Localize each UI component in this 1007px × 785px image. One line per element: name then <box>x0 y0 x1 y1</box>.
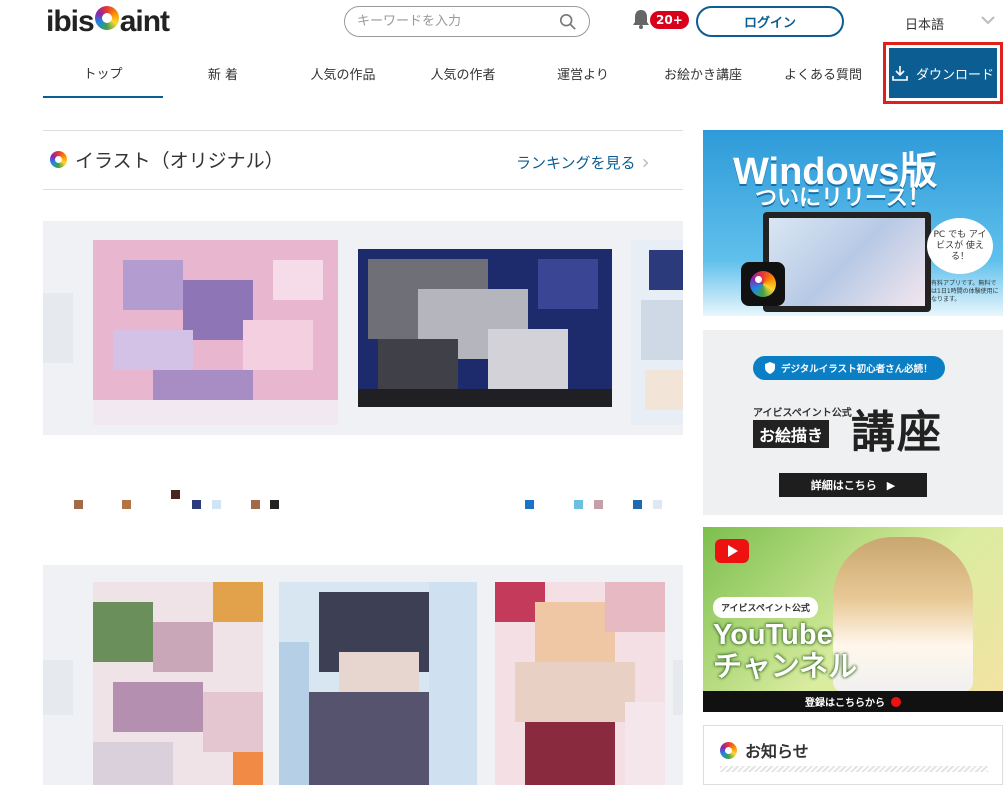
nav-item-faq[interactable]: よくある質問 <box>763 48 883 98</box>
banner-pill-text: デジタルイラスト初心者さん必読！ <box>781 364 933 375</box>
color-swatch <box>192 500 201 509</box>
subscribe-text: 登録はこちらから <box>805 698 885 709</box>
scroll-left-button[interactable] <box>43 293 73 363</box>
banner-note: 有料アプリです。無料では1日1時間の体験使用になります。 <box>931 280 999 303</box>
speech-bubble: PC でも アイビスが 使える！ <box>927 218 993 274</box>
pixelated-artwork <box>495 582 665 785</box>
tablet-screen <box>769 218 925 306</box>
youtube-icon <box>715 539 749 563</box>
banner-big-text: 講座 <box>851 407 943 458</box>
details-button-label: 詳細はこちら <box>810 479 877 492</box>
illustration-gallery-row <box>43 221 683 435</box>
illustration-gallery-row <box>43 565 683 785</box>
language-selector[interactable]: 日本語 <box>905 14 944 33</box>
pixelated-artwork <box>631 240 683 425</box>
pixelated-artwork <box>93 240 338 425</box>
ranking-link[interactable]: ランキングを見る › <box>516 150 650 174</box>
download-icon <box>892 66 908 81</box>
color-ring-icon <box>720 741 737 759</box>
notification-badge: 20+ <box>650 11 689 29</box>
section-divider <box>43 189 683 190</box>
scroll-right-button[interactable] <box>673 660 683 715</box>
shield-icon <box>765 362 775 374</box>
play-circle-icon <box>891 696 901 707</box>
color-wheel-icon <box>94 6 119 30</box>
color-swatch <box>212 500 221 509</box>
ranking-link-text: ランキングを見る <box>516 153 636 172</box>
logo-text-left: ibis <box>46 5 95 38</box>
play-arrow-icon: ▶ <box>886 478 896 492</box>
section-title-text: イラスト（オリジナル） <box>75 150 284 172</box>
subscribe-link[interactable]: 登録はこちらから <box>703 691 1003 712</box>
chevron-right-icon: › <box>641 150 650 174</box>
banner-subtitle: ついにリリース！ <box>755 186 930 211</box>
banner-title: YouTube チャンネル <box>713 619 857 683</box>
illustration-thumbnail[interactable] <box>279 582 477 785</box>
news-title-text: お知らせ <box>745 742 809 761</box>
color-ring-icon <box>50 151 67 168</box>
search-icon[interactable] <box>559 13 577 31</box>
banner-tag: お絵描き <box>753 420 830 448</box>
app-icon <box>741 262 785 306</box>
banner-pill: デジタルイラスト初心者さん必読！ <box>753 356 945 380</box>
main-nav: トップ 新 着 人気の作品 人気の作者 運営より お絵かき講座 よくある質問 ダ… <box>43 42 1003 104</box>
youtube-channel-banner[interactable]: アイビスペイント公式 YouTube チャンネル 登録はこちらから <box>703 527 1003 712</box>
divider-stripe <box>720 766 988 772</box>
illustration-thumbnail[interactable] <box>93 582 263 785</box>
nav-item-popular-works[interactable]: 人気の作品 <box>283 48 403 98</box>
color-swatch <box>251 500 260 509</box>
nav-item-popular-authors[interactable]: 人気の作者 <box>403 48 523 98</box>
color-ring-icon <box>750 271 776 297</box>
illustration-thumbnail[interactable] <box>358 249 612 407</box>
color-swatch <box>270 500 279 509</box>
color-swatch <box>633 500 642 509</box>
color-swatch <box>171 490 180 499</box>
illustration-thumbnail[interactable] <box>93 240 338 425</box>
search-box[interactable] <box>344 6 590 37</box>
banner-title-line1: YouTube <box>713 619 833 651</box>
news-panel: お知らせ <box>703 725 1003 785</box>
download-label: ダウンロード <box>915 67 994 83</box>
nav-item-new[interactable]: 新 着 <box>163 48 283 98</box>
details-button[interactable]: 詳細はこちら ▶ <box>779 473 927 497</box>
section-title: イラスト（オリジナル） <box>50 146 284 173</box>
nav-item-drawing-course[interactable]: お絵かき講座 <box>643 48 763 98</box>
logo-text-right: aint <box>119 5 170 38</box>
color-swatch <box>122 500 131 509</box>
color-swatch <box>525 500 534 509</box>
section-divider <box>43 130 683 131</box>
color-swatch <box>653 500 662 509</box>
color-swatch <box>594 500 603 509</box>
windows-release-banner[interactable]: Windows版 ついにリリース！ PC でも アイビスが 使える！ 有料アプリ… <box>703 130 1003 316</box>
login-button[interactable]: ログイン <box>696 6 844 37</box>
scroll-left-button[interactable] <box>43 660 73 715</box>
illustration-thumbnail[interactable] <box>631 240 683 425</box>
bell-icon[interactable] <box>630 8 652 30</box>
nav-item-top[interactable]: トップ <box>43 48 163 98</box>
banner-title-line2: チャンネル <box>713 651 858 683</box>
pixelated-artwork <box>358 249 612 407</box>
illustration-thumbnail[interactable] <box>495 582 665 785</box>
banner-pill: アイビスペイント公式 <box>713 597 818 618</box>
nav-item-announcements[interactable]: 運営より <box>523 48 643 98</box>
chevron-down-icon[interactable] <box>980 14 996 26</box>
color-swatch <box>574 500 583 509</box>
pixelated-artwork <box>279 582 477 785</box>
color-swatch <box>74 500 83 509</box>
download-button[interactable]: ダウンロード <box>889 48 997 98</box>
download-button-highlight[interactable]: ダウンロード <box>883 42 1003 104</box>
ibispaint-logo[interactable]: ibis aint <box>46 4 170 40</box>
drawing-course-banner[interactable]: デジタルイラスト初心者さん必読！ アイビスペイント公式 お絵描き 講座 詳細はこ… <box>703 330 1003 515</box>
pixelated-artwork <box>93 582 263 785</box>
banner-small-text: アイビスペイント公式 <box>753 408 852 419</box>
search-input[interactable] <box>357 14 547 29</box>
news-title: お知らせ <box>720 738 809 762</box>
